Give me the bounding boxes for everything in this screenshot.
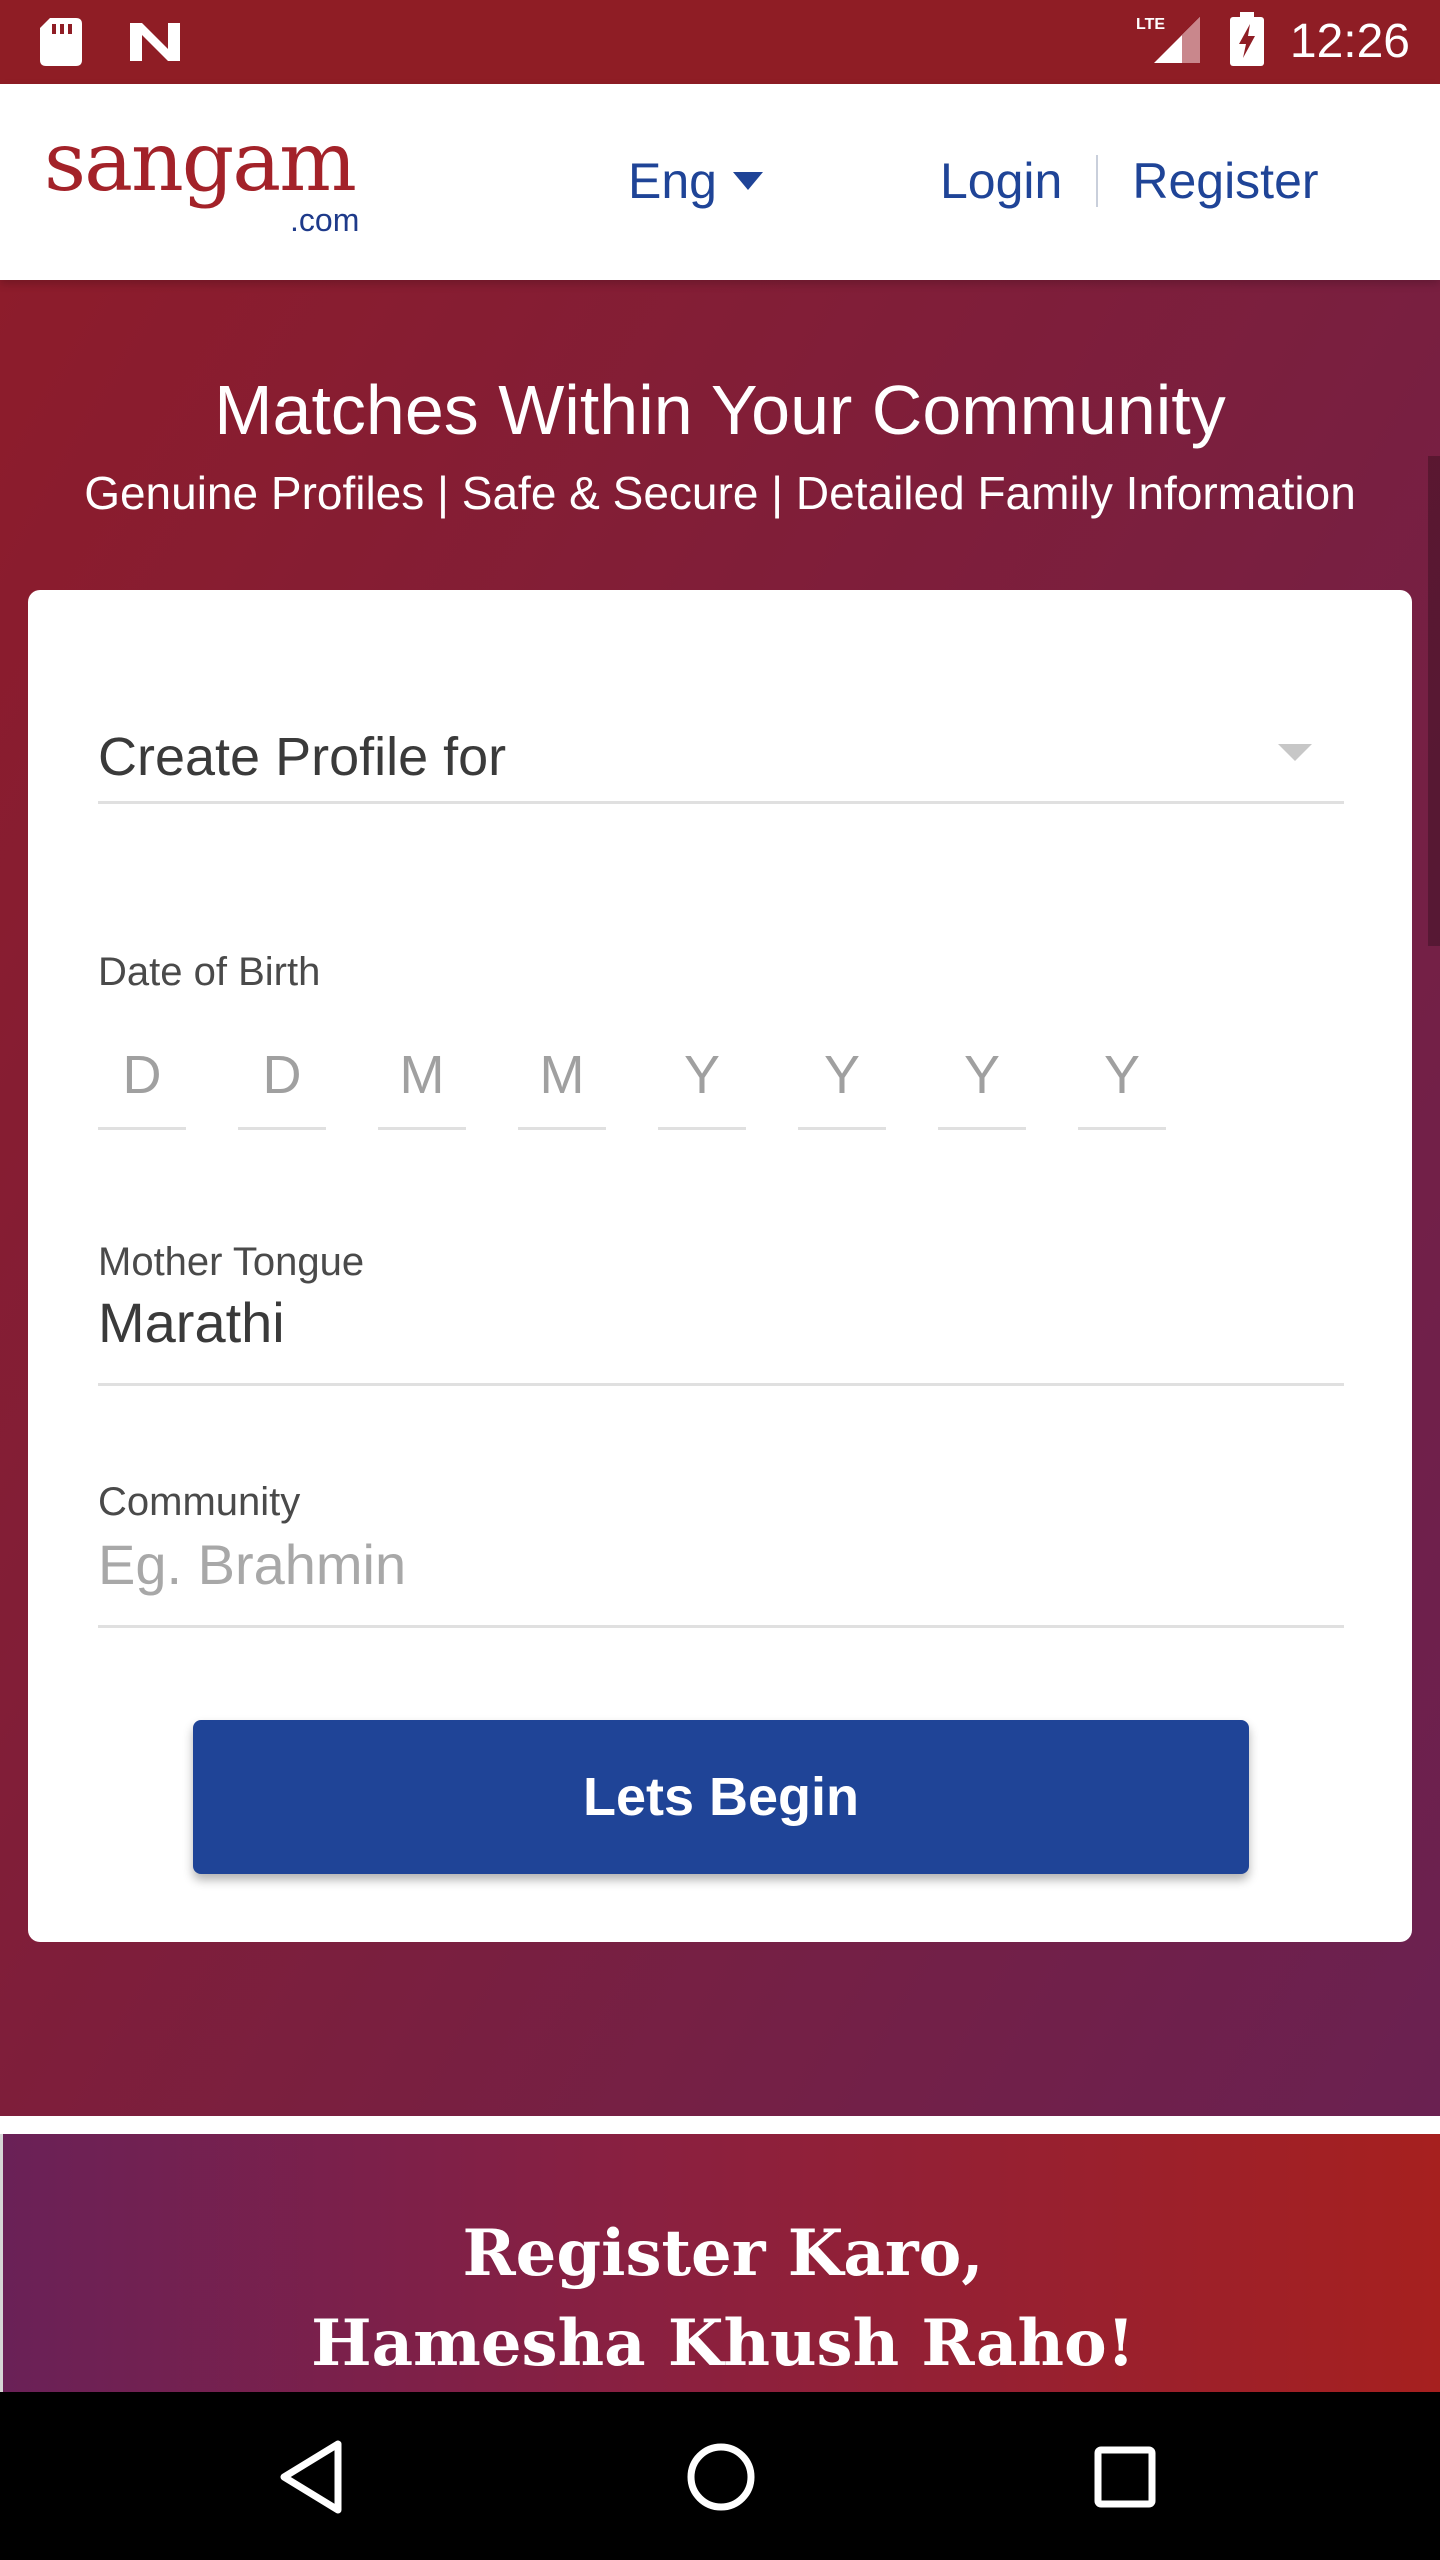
logo-suffix: .com: [290, 202, 360, 238]
recents-icon[interactable]: [1080, 2432, 1170, 2522]
lets-begin-button[interactable]: Lets Begin: [193, 1720, 1249, 1874]
community-field[interactable]: Eg. Brahmin: [98, 1532, 1344, 1628]
dob-inputs: D D M M Y Y Y Y: [98, 1030, 1166, 1130]
banner-line-1: Register Karo,: [462, 2216, 984, 2291]
navigation-bar: [0, 2392, 1440, 2560]
registration-form: Create Profile for Date of Birth D D M M…: [28, 590, 1412, 1942]
mother-tongue-field[interactable]: Marathi: [98, 1290, 1344, 1386]
scrollbar[interactable]: [1428, 456, 1440, 946]
register-link[interactable]: Register: [1132, 152, 1318, 210]
dob-label: Date of Birth: [98, 950, 321, 994]
profile-for-select[interactable]: Create Profile for: [98, 700, 1344, 804]
signal-icon: LTE: [1134, 13, 1204, 70]
dob-year-3[interactable]: Y: [938, 1030, 1026, 1130]
sangam-logo[interactable]: sangam .com: [44, 122, 359, 239]
hero-subtitle: Genuine Profiles | Safe & Secure | Detai…: [84, 467, 1356, 519]
dob-year-4[interactable]: Y: [1078, 1030, 1166, 1130]
mother-tongue-label: Mother Tongue: [98, 1240, 365, 1284]
site-header: sangam .com Eng Login Register: [0, 84, 1440, 280]
dob-month-1[interactable]: M: [378, 1030, 466, 1130]
status-bar: LTE 12:26: [0, 0, 1440, 84]
profile-for-placeholder: Create Profile for: [98, 727, 507, 787]
hero-section: Matches Within Your Community Genuine Pr…: [0, 280, 1440, 2116]
dob-year-1[interactable]: Y: [658, 1030, 746, 1130]
language-selector[interactable]: Eng: [628, 152, 763, 210]
community-label: Community: [98, 1480, 301, 1524]
language-label: Eng: [628, 153, 717, 209]
dob-year-2[interactable]: Y: [798, 1030, 886, 1130]
battery-charging-icon: [1229, 12, 1264, 71]
back-icon[interactable]: [270, 2432, 360, 2522]
home-icon[interactable]: [676, 2432, 766, 2522]
promo-banner: Register Karo, Hamesha Khush Raho!: [0, 2134, 1440, 2392]
auth-links: Login Register: [940, 152, 1319, 210]
logo-text: sangam: [44, 115, 357, 210]
dob-month-2[interactable]: M: [518, 1030, 606, 1130]
dropdown-arrow-icon: [1278, 744, 1312, 761]
dob-day-1[interactable]: D: [98, 1030, 186, 1130]
banner-line-2: Hamesha Khush Raho!: [311, 2306, 1135, 2381]
hero-title: Matches Within Your Community: [214, 371, 1226, 449]
network-label: LTE: [1136, 16, 1165, 33]
login-link[interactable]: Login: [940, 152, 1062, 210]
sd-card-icon: [40, 18, 82, 71]
n-notification-icon: [128, 19, 182, 70]
chevron-down-icon: [732, 172, 763, 190]
clock: 12:26: [1289, 15, 1410, 68]
divider: [1096, 155, 1099, 207]
dob-day-2[interactable]: D: [238, 1030, 326, 1130]
